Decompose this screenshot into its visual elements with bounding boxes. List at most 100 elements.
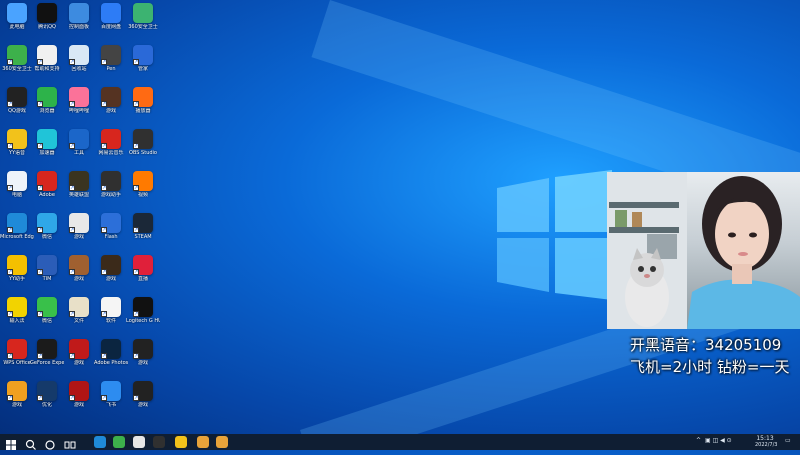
- desktop-icon[interactable]: ↗ 飞书: [94, 381, 128, 408]
- desktop-icon[interactable]: ↗ 游戏: [94, 255, 128, 282]
- desktop-icon[interactable]: ↗ 管家: [126, 45, 160, 72]
- desktop-icon-label: 百度网盘: [100, 24, 121, 30]
- desktop-icon[interactable]: ↗ 微信: [30, 297, 64, 324]
- desktop-icon[interactable]: ↗ 输入法: [0, 297, 34, 324]
- shortcut-arrow-icon: ↗: [7, 101, 13, 107]
- notification-icon[interactable]: ▭: [785, 437, 791, 444]
- app-icon: ↗: [133, 255, 153, 275]
- desktop-icon-label: Flash: [104, 234, 118, 240]
- desktop-icon[interactable]: ↗ 浏览器: [30, 87, 64, 114]
- desktop-icon[interactable]: ↗ 电脑: [0, 171, 34, 198]
- desktop-icon[interactable]: ↗ Adobe: [30, 171, 64, 198]
- app-icon: ↗: [7, 129, 27, 149]
- desktop-icon[interactable]: ↗ 优化: [30, 381, 64, 408]
- desktop-icon-label: OBS Studio: [129, 150, 157, 156]
- tray-up-arrow-icon[interactable]: ^: [696, 437, 701, 444]
- app-icon: ↗: [7, 297, 27, 317]
- shortcut-arrow-icon: ↗: [133, 395, 139, 401]
- cortana-icon[interactable]: [44, 436, 56, 450]
- desktop-icon[interactable]: ↗ Microsoft Edge: [0, 213, 34, 240]
- app-icon: ↗: [69, 339, 89, 359]
- tray-icons[interactable]: ▣ ◫ ◀ ⊙: [705, 437, 732, 444]
- desktop-icon[interactable]: ↗ 游戏: [62, 213, 96, 240]
- desktop-icon[interactable]: ↗ 英雄联盟: [62, 171, 96, 198]
- desktop-icon[interactable]: ↗ 文件: [62, 297, 96, 324]
- shortcut-arrow-icon: ↗: [133, 227, 139, 233]
- app-icon: [133, 3, 153, 23]
- desktop-icon[interactable]: ↗ QQ游戏: [0, 87, 34, 114]
- app-icon: ↗: [101, 213, 121, 233]
- app-icon: ↗: [7, 87, 27, 107]
- desktop-icon[interactable]: ↗ YY语音: [0, 129, 34, 156]
- desktop-icon[interactable]: ↗ 360安全卫士: [0, 45, 34, 72]
- app-icon: [37, 3, 57, 23]
- desktop-icon[interactable]: ↗Logitech G HUB: [126, 297, 160, 324]
- desktop-icon[interactable]: ↗ Flash: [94, 213, 128, 240]
- shortcut-arrow-icon: ↗: [7, 143, 13, 149]
- app-icon: ↗: [7, 339, 27, 359]
- desktop-icon-label: 优化: [41, 402, 52, 408]
- desktop-icon-label: 视频: [137, 192, 148, 198]
- desktop-icon[interactable]: ↗ 网易云音乐: [94, 129, 128, 156]
- yy-icon[interactable]: [175, 436, 187, 448]
- app-icon[interactable]: [133, 436, 145, 448]
- desktop-icon[interactable]: ↗ 加速器: [30, 129, 64, 156]
- desktop-icon[interactable]: ↗ WPS Office: [0, 339, 34, 366]
- edge-icon[interactable]: [94, 436, 106, 448]
- desktop-icon[interactable]: 360安全卫士: [126, 3, 160, 30]
- desktop-icon[interactable]: ↗ 游戏: [126, 339, 160, 366]
- desktop-icon[interactable]: 百度网盘: [94, 3, 128, 30]
- desktop-icon[interactable]: ↗ 工具: [62, 129, 96, 156]
- desktop-icon-label: 控制面板: [68, 24, 89, 30]
- folder-icon[interactable]: [197, 436, 209, 448]
- clock[interactable]: 15:13 2022/7/3: [755, 435, 777, 449]
- desktop-icon[interactable]: ↗ TIM: [30, 255, 64, 282]
- app-icon: [69, 3, 89, 23]
- shortcut-arrow-icon: ↗: [7, 353, 13, 359]
- app-icon: ↗: [101, 45, 121, 65]
- obs-icon[interactable]: [153, 436, 165, 448]
- shortcut-arrow-icon: ↗: [7, 311, 13, 317]
- app-icon: ↗: [101, 381, 121, 401]
- desktop-icon-label: 游戏: [73, 402, 84, 408]
- desktop-icon[interactable]: 此电脑: [0, 3, 34, 30]
- desktop-icon[interactable]: ↗ STEAM: [126, 213, 160, 240]
- desktop-icon[interactable]: ↗ 微信: [30, 213, 64, 240]
- desktop-icon[interactable]: ↗ 游戏: [94, 87, 128, 114]
- app-icon: ↗: [37, 171, 57, 191]
- desktop-icon[interactable]: ↗ 帮助和支持: [30, 45, 64, 72]
- desktop-icon[interactable]: ↗ Pen: [94, 45, 128, 72]
- desktop-icon[interactable]: ↗ 游戏: [62, 381, 96, 408]
- desktop-icon[interactable]: 控制面板: [62, 3, 96, 30]
- desktop-icon[interactable]: ↗ 回收站: [62, 45, 96, 72]
- task-view-icon[interactable]: [64, 436, 76, 449]
- desktop-icon[interactable]: ↗ 游戏: [62, 339, 96, 366]
- desktop-icon[interactable]: 腾讯QQ: [30, 3, 64, 30]
- shortcut-arrow-icon: ↗: [69, 143, 75, 149]
- shortcut-arrow-icon: ↗: [37, 311, 43, 317]
- desktop-icon[interactable]: ↗Adobe Photoshop: [94, 339, 128, 366]
- 360-icon[interactable]: [113, 436, 125, 448]
- desktop-icon[interactable]: ↗GeForce Experience: [30, 339, 64, 366]
- desktop-icon[interactable]: ↗ 游戏: [0, 381, 34, 408]
- desktop-icon[interactable]: ↗ 游戏助手: [94, 171, 128, 198]
- taskbar: ^ ▣ ◫ ◀ ⊙ 15:13 2022/7/3 ▭: [0, 434, 800, 450]
- desktop-icon[interactable]: ↗ YY助手: [0, 255, 34, 282]
- desktop-icon[interactable]: ↗ 软件: [94, 297, 128, 324]
- search-icon[interactable]: [25, 436, 37, 450]
- windows-icon[interactable]: [5, 436, 17, 450]
- desktop-icon[interactable]: ↗ 游戏: [62, 255, 96, 282]
- desktop-icon[interactable]: ↗ OBS Studio: [126, 129, 160, 156]
- desktop-icon[interactable]: ↗ 播放器: [126, 87, 160, 114]
- desktop-icon-label: WPS Office: [3, 360, 31, 366]
- desktop-icon[interactable]: ↗ 哔哩哔哩: [62, 87, 96, 114]
- desktop-icon[interactable]: ↗ 游戏: [126, 381, 160, 408]
- desktop-icon-label: STEAM: [134, 234, 152, 240]
- folder-icon[interactable]: [216, 436, 228, 448]
- webcam-feed: [607, 172, 800, 329]
- shortcut-arrow-icon: ↗: [133, 143, 139, 149]
- desktop-icon[interactable]: ↗ 视频: [126, 171, 160, 198]
- desktop-icon-label: 哔哩哔哩: [68, 108, 89, 114]
- desktop-icon-label: YY语音: [8, 150, 26, 156]
- desktop-icon[interactable]: ↗ 直播: [126, 255, 160, 282]
